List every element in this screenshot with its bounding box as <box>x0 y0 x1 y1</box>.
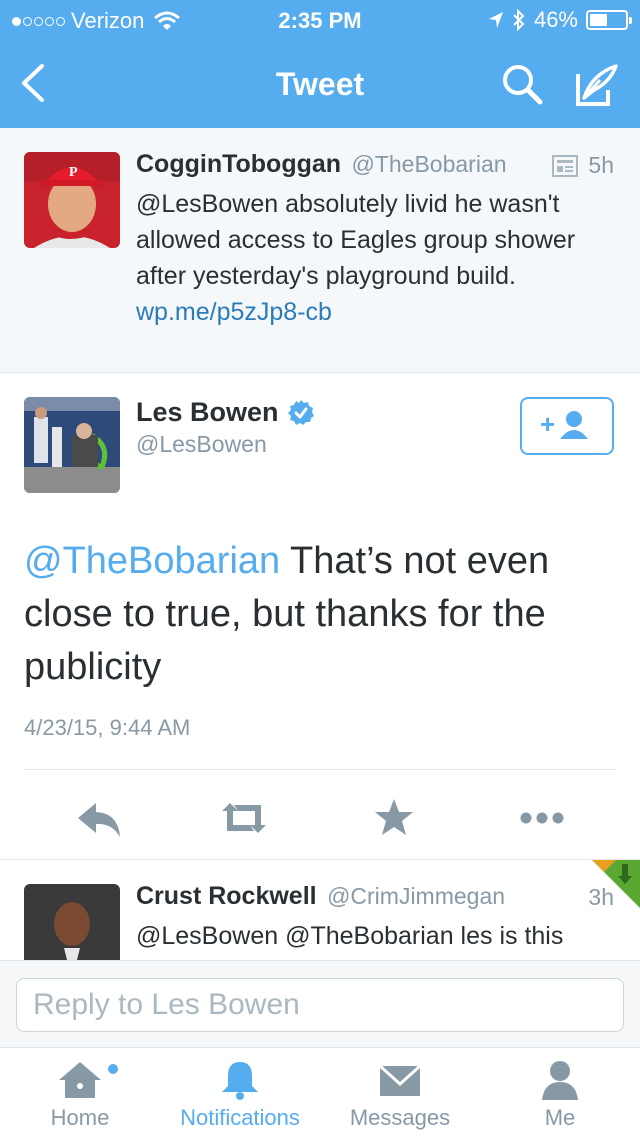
tab-home[interactable]: Home <box>0 1048 160 1137</box>
avatar[interactable] <box>24 884 120 960</box>
mention-link[interactable]: @TheBobarian <box>24 540 280 582</box>
favorite-star-icon[interactable] <box>364 793 424 843</box>
main-tweet: Les Bowen @LesBowen + @TheBobarian That’… <box>0 373 640 860</box>
home-icon <box>59 1062 101 1098</box>
more-options-icon[interactable] <box>512 793 572 843</box>
bluetooth-icon <box>513 9 525 31</box>
tab-label: Notifications <box>180 1105 300 1130</box>
person-icon <box>542 1061 578 1100</box>
compose-icon[interactable] <box>570 60 622 108</box>
status-bar: Verizon 2:35 PM 46% <box>0 0 640 40</box>
follow-button[interactable]: + <box>520 397 614 455</box>
tab-bar: Home Notifications Messages Me <box>0 1047 640 1137</box>
envelope-icon <box>378 1064 422 1096</box>
battery-icon <box>586 10 632 30</box>
tweet-text: @LesBowen @TheBobarian les is this true?… <box>136 922 607 960</box>
tweet-actions <box>0 793 640 843</box>
arrow-down-corner-icon <box>592 860 640 908</box>
avatar[interactable]: P <box>24 152 120 248</box>
add-user-icon: + <box>540 409 588 439</box>
avatar[interactable] <box>24 397 120 493</box>
reply-tweet[interactable]: Crust Rockwell @CrimJimmegan 3h @LesBowe… <box>0 860 640 960</box>
tweet-text: @LesBowen absolutely livid he wasn't all… <box>136 190 576 290</box>
nav-bar: Tweet <box>0 40 640 128</box>
svg-text:P: P <box>69 165 78 180</box>
author-handle[interactable]: @CrimJimmegan <box>327 883 505 909</box>
tab-messages[interactable]: Messages <box>320 1048 480 1137</box>
author-handle[interactable]: @LesBowen <box>136 431 267 458</box>
divider <box>24 769 616 770</box>
tweet-age: 5h <box>588 152 614 178</box>
battery-percent: 46% <box>533 7 578 32</box>
parent-tweet[interactable]: P CogginToboggan @TheBobarian 5h @LesBow… <box>0 128 640 373</box>
verified-badge-icon <box>287 399 314 425</box>
reply-bar <box>0 960 640 1048</box>
tab-label: Me <box>544 1105 576 1130</box>
reply-icon[interactable] <box>68 793 128 843</box>
new-content-dot <box>108 1064 118 1074</box>
tab-label: Home <box>50 1105 110 1130</box>
author-handle[interactable]: @TheBobarian <box>351 151 506 177</box>
reply-input[interactable] <box>16 978 624 1032</box>
tab-label: Messages <box>349 1105 451 1130</box>
retweet-icon[interactable] <box>214 793 274 843</box>
header: Verizon 2:35 PM 46% Tweet <box>0 0 640 128</box>
location-arrow-icon <box>488 12 503 28</box>
bell-icon <box>222 1062 258 1100</box>
tab-notifications[interactable]: Notifications <box>160 1048 320 1137</box>
search-icon[interactable] <box>498 60 546 108</box>
author-name[interactable]: Crust Rockwell <box>136 882 317 910</box>
tweet-link[interactable]: wp.me/p5zJp8-cb <box>136 298 332 326</box>
tweet-timestamp: 4/23/15, 9:44 AM <box>24 715 191 740</box>
tab-me[interactable]: Me <box>480 1048 640 1137</box>
author-name[interactable]: CogginToboggan <box>136 150 341 178</box>
svg-text:+: + <box>540 409 555 439</box>
author-name[interactable]: Les Bowen <box>136 397 279 428</box>
summary-card-icon <box>552 154 579 177</box>
